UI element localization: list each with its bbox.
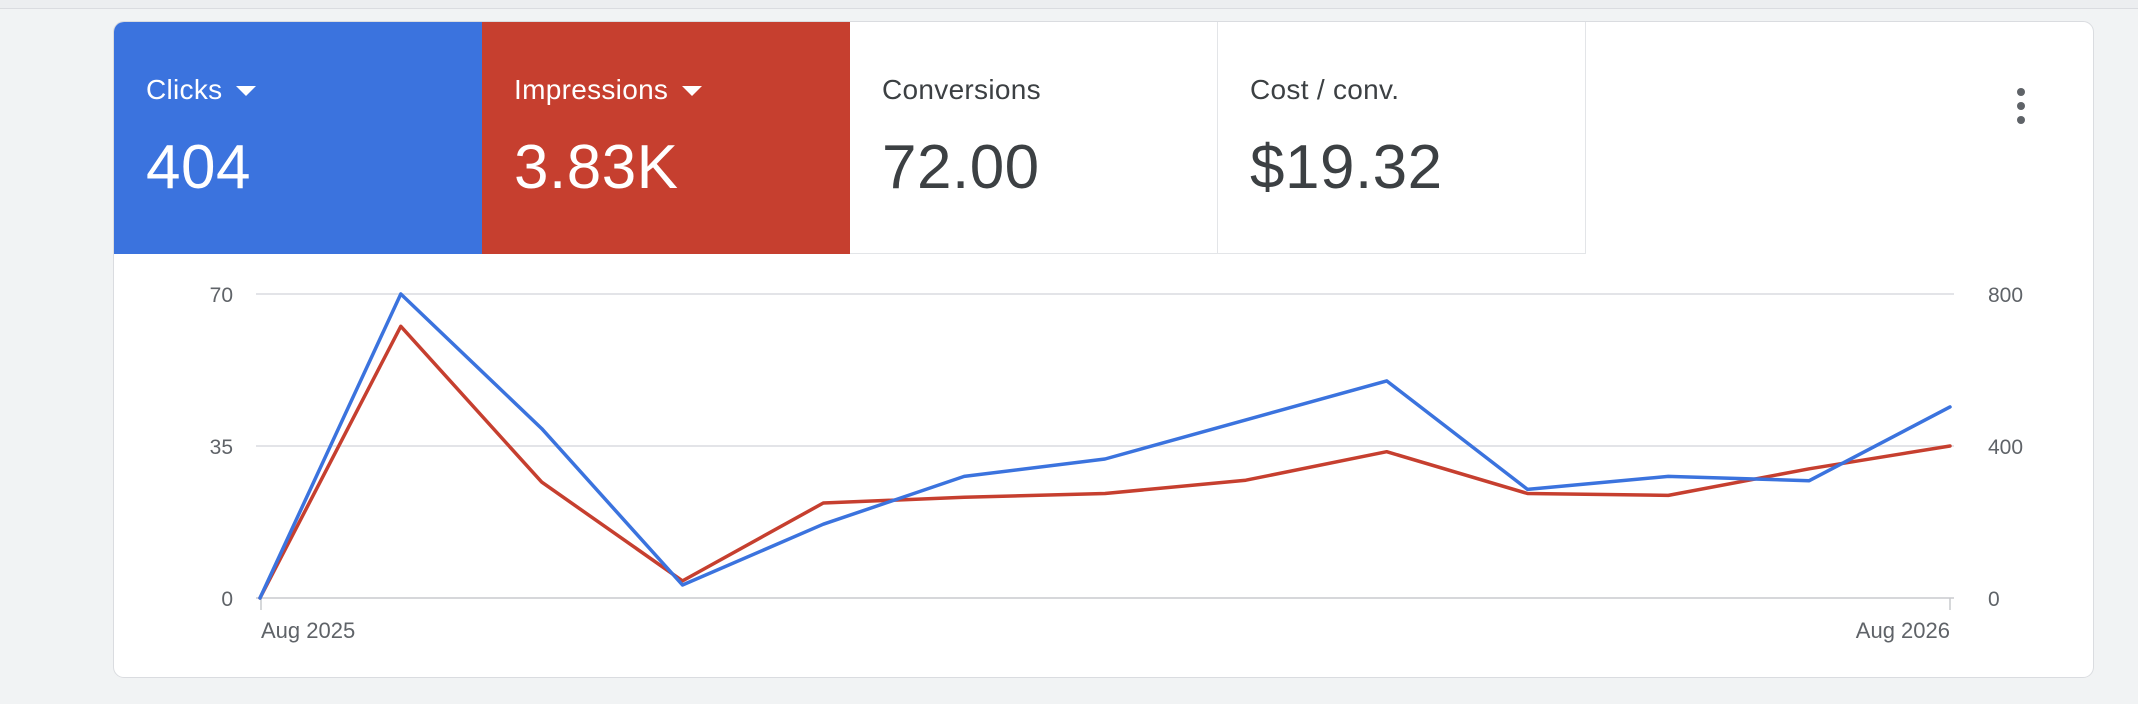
top-divider [0, 0, 2138, 9]
line-chart: 0 35 70 0 400 800 Aug 2025 Aug 2026 [210, 284, 2023, 643]
series-line-impressions [258, 324, 1952, 600]
performance-card: Clicks 404 Impressions 3.83K Conversions… [113, 21, 2094, 678]
y-left-tick-label: 35 [210, 436, 233, 459]
x-tick-label: Aug 2025 [261, 618, 355, 643]
y-right-tick-label: 0 [1988, 588, 2000, 611]
y-right-tick-label: 400 [1988, 436, 2023, 459]
y-left-tick-label: 0 [221, 588, 233, 611]
y-right-tick-label: 800 [1988, 284, 2023, 307]
y-left-tick-label: 70 [210, 284, 233, 307]
x-tick-label: Aug 2026 [1856, 618, 1950, 643]
